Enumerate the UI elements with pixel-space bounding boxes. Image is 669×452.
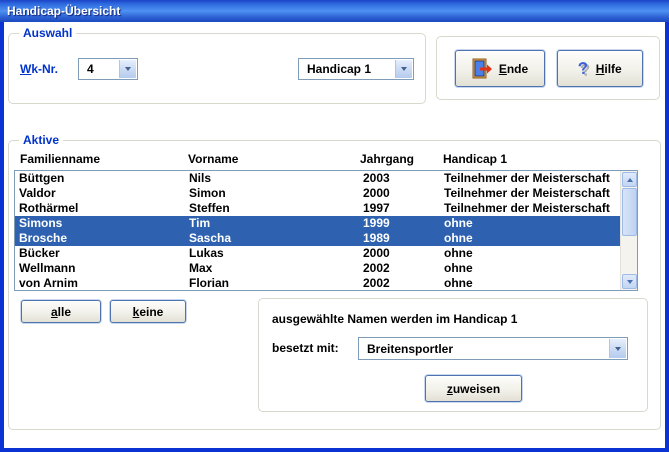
cell-vorname: Steffen bbox=[189, 201, 230, 216]
handicap-combobox[interactable]: Handicap 1 bbox=[298, 58, 414, 80]
table-row[interactable]: Rothärmel Steffen 1997 Teilnehmer der Me… bbox=[15, 201, 620, 216]
alle-button[interactable]: alle bbox=[21, 300, 101, 323]
table-row[interactable]: Wellmann Max 2002 ohne bbox=[15, 261, 620, 276]
cell-jahrgang: 2002 bbox=[363, 261, 390, 276]
cell-familienname: Brosche bbox=[19, 231, 67, 246]
table-row[interactable]: Valdor Simon 2000 Teilnehmer der Meister… bbox=[15, 186, 620, 201]
cell-jahrgang: 1989 bbox=[363, 231, 390, 246]
cell-vorname: Florian bbox=[189, 276, 229, 291]
auswahl-group-label: Auswahl bbox=[19, 26, 76, 40]
table-row[interactable]: Simons Tim 1999 ohne bbox=[15, 216, 620, 231]
keine-button[interactable]: keine bbox=[110, 300, 186, 323]
cell-handicap: ohne bbox=[444, 231, 473, 246]
table-row[interactable]: von Arnim Florian 2002 ohne bbox=[15, 276, 620, 291]
column-header-handicap: Handicap 1 bbox=[443, 152, 507, 166]
handicap-value: Handicap 1 bbox=[299, 62, 394, 76]
table-row[interactable]: Brosche Sascha 1989 ohne bbox=[15, 231, 620, 246]
wk-nr-label: Wk-Nr. bbox=[20, 62, 58, 76]
assign-info-text: ausgewählte Namen werden im Handicap 1 bbox=[272, 312, 517, 326]
scroll-up-icon[interactable] bbox=[622, 172, 637, 187]
cell-vorname: Max bbox=[189, 261, 212, 276]
aktive-group-label: Aktive bbox=[19, 133, 63, 147]
cell-vorname: Nils bbox=[189, 171, 211, 186]
column-header-familienname: Familienname bbox=[20, 152, 100, 166]
cell-handicap: ohne bbox=[444, 276, 473, 291]
dialog-window: Handicap-Übersicht Auswahl Wk-Nr. 4 Hand… bbox=[0, 0, 669, 452]
cell-vorname: Tim bbox=[189, 216, 210, 231]
cell-jahrgang: 2002 bbox=[363, 276, 390, 291]
scroll-down-icon[interactable] bbox=[622, 274, 637, 289]
cell-handicap: Teilnehmer der Meisterschaft bbox=[444, 201, 610, 216]
cell-handicap: ohne bbox=[444, 216, 473, 231]
cell-familienname: Bücker bbox=[19, 246, 60, 261]
besetzt-mit-value: Breitensportler bbox=[359, 342, 608, 356]
cell-jahrgang: 1997 bbox=[363, 201, 390, 216]
cell-familienname: Wellmann bbox=[19, 261, 75, 276]
cell-handicap: Teilnehmer der Meisterschaft bbox=[444, 171, 610, 186]
column-header-jahrgang: Jahrgang bbox=[360, 152, 414, 166]
hilfe-button-label: Hilfe bbox=[596, 62, 622, 76]
zuweisen-button[interactable]: zuweisen bbox=[425, 375, 522, 402]
cell-familienname: Büttgen bbox=[19, 171, 64, 186]
chevron-down-icon[interactable] bbox=[609, 339, 626, 358]
cell-vorname: Lukas bbox=[189, 246, 224, 261]
besetzt-mit-combobox[interactable]: Breitensportler bbox=[358, 337, 628, 360]
chevron-down-icon[interactable] bbox=[395, 60, 412, 78]
vertical-scrollbar[interactable] bbox=[620, 171, 637, 290]
zuweisen-button-label: zuweisen bbox=[447, 382, 500, 396]
cell-familienname: Rothärmel bbox=[19, 201, 78, 216]
cell-jahrgang: 2003 bbox=[363, 171, 390, 186]
ende-button-label: Ende bbox=[499, 62, 528, 76]
cell-jahrgang: 2000 bbox=[363, 186, 390, 201]
hilfe-button[interactable]: ? Hilfe bbox=[557, 50, 643, 87]
question-mark-icon: ? bbox=[577, 59, 590, 77]
aktive-listbox[interactable]: Büttgen Nils 2003 Teilnehmer der Meister… bbox=[14, 170, 638, 291]
table-row[interactable]: Bücker Lukas 2000 ohne bbox=[15, 246, 620, 261]
cell-handicap: ohne bbox=[444, 246, 473, 261]
title-bar[interactable]: Handicap-Übersicht bbox=[0, 0, 669, 22]
table-row[interactable]: Büttgen Nils 2003 Teilnehmer der Meister… bbox=[15, 171, 620, 186]
wk-nr-combobox[interactable]: 4 bbox=[78, 58, 138, 80]
cell-familienname: von Arnim bbox=[19, 276, 78, 291]
cell-handicap: Teilnehmer der Meisterschaft bbox=[444, 186, 610, 201]
listbox-rows: Büttgen Nils 2003 Teilnehmer der Meister… bbox=[15, 171, 620, 290]
cell-familienname: Simons bbox=[19, 216, 62, 231]
cell-vorname: Simon bbox=[189, 186, 226, 201]
besetzt-mit-label: besetzt mit: bbox=[272, 341, 339, 355]
cell-familienname: Valdor bbox=[19, 186, 56, 201]
cell-handicap: ohne bbox=[444, 261, 473, 276]
exit-door-icon bbox=[472, 58, 492, 80]
cell-jahrgang: 2000 bbox=[363, 246, 390, 261]
chevron-down-icon[interactable] bbox=[119, 60, 136, 78]
keine-button-label: keine bbox=[133, 305, 164, 319]
cell-jahrgang: 1999 bbox=[363, 216, 390, 231]
column-header-vorname: Vorname bbox=[188, 152, 238, 166]
alle-button-label: alle bbox=[51, 305, 71, 319]
dialog-client-area: Auswahl Wk-Nr. 4 Handicap 1 Ende bbox=[4, 22, 665, 448]
wk-nr-value: 4 bbox=[79, 62, 118, 76]
ende-button[interactable]: Ende bbox=[455, 50, 545, 87]
window-title: Handicap-Übersicht bbox=[7, 4, 120, 18]
scrollbar-thumb[interactable] bbox=[622, 188, 637, 236]
cell-vorname: Sascha bbox=[189, 231, 231, 246]
